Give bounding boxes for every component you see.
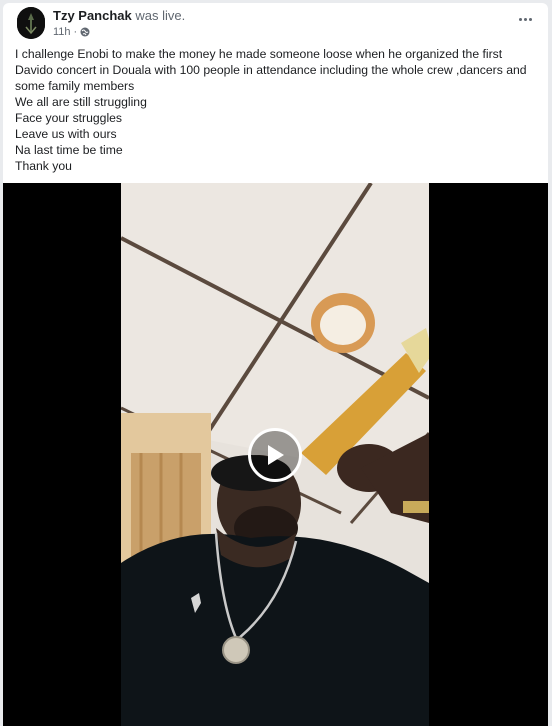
post-text-line: I challenge Enobi to make the money he m…	[15, 47, 527, 93]
post-text-line: We all are still struggling	[15, 95, 147, 109]
dot-separator: ·	[73, 26, 78, 38]
post-text-line: Leave us with ours	[15, 127, 117, 141]
play-icon	[268, 445, 284, 465]
post-text-line: Na last time be time	[15, 143, 123, 157]
author-avatar[interactable]	[17, 7, 45, 39]
globe-icon	[80, 27, 90, 37]
post-text-line: Face your struggles	[15, 111, 123, 125]
post-text: I challenge Enobi to make the money he m…	[15, 46, 535, 174]
post-text-line: Thank you	[15, 159, 72, 173]
post-timestamp[interactable]: 11h	[53, 26, 71, 38]
post-card: Tzy Panchak was live. 11h · I challenge …	[3, 3, 548, 726]
ellipsis-icon	[518, 17, 522, 21]
post-meta: 11h ·	[53, 26, 90, 38]
author-line: Tzy Panchak was live.	[53, 8, 185, 23]
post-action: was live.	[135, 8, 186, 23]
post-header: Tzy Panchak was live. 11h ·	[3, 3, 548, 47]
avatar-image	[17, 7, 45, 39]
video-player[interactable]	[3, 183, 548, 726]
play-button[interactable]	[248, 428, 302, 482]
author-name[interactable]: Tzy Panchak	[53, 8, 132, 23]
more-options-button[interactable]	[514, 11, 536, 27]
